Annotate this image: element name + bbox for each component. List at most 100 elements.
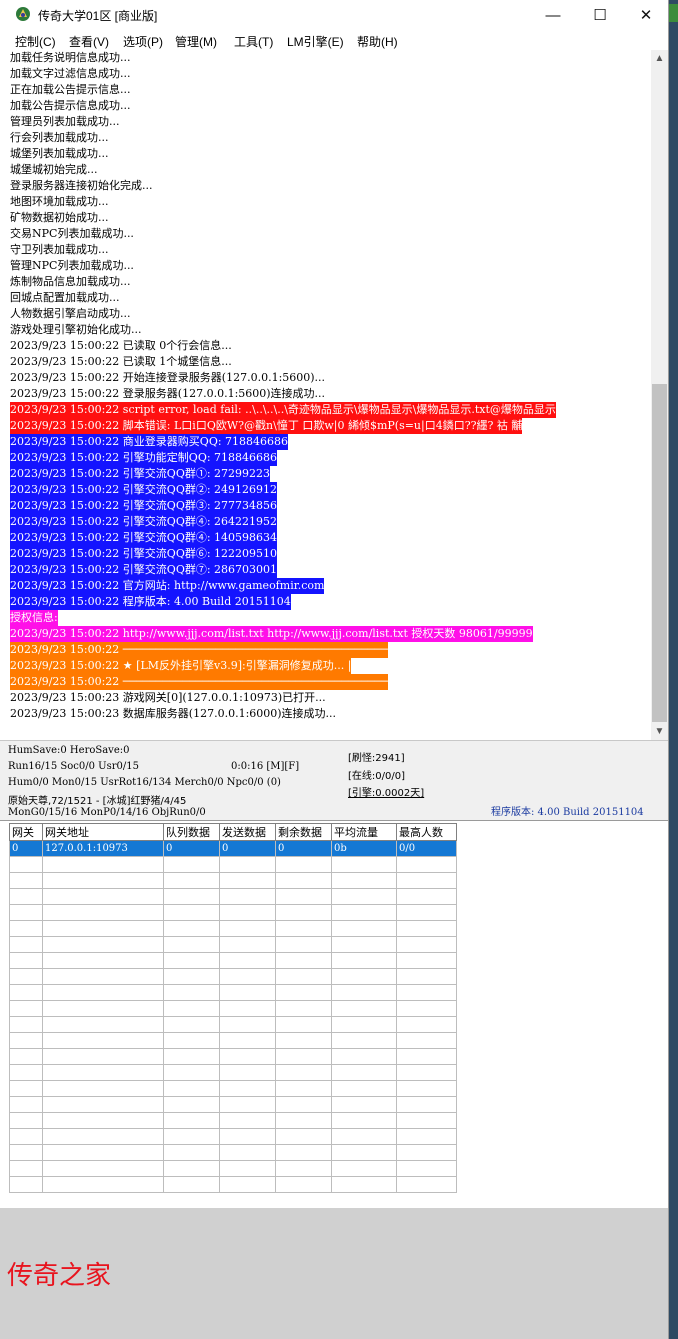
table-row[interactable]	[9, 904, 457, 921]
table-cell	[163, 1032, 220, 1049]
menu-control[interactable]: 控制(C)	[15, 33, 56, 50]
gateway-grid-area: 网关 网关地址 队列数据 发送数据 剩余数据 平均流量 最高人数 0 127.0.0.1:10…	[0, 820, 668, 1208]
status-run: Run16/15 Soc0/0 Usr0/15	[8, 761, 139, 772]
table-cell	[275, 920, 332, 937]
log-line: 2023/9/23 15:00:22 引擎交流QQ群④: 140598634	[10, 530, 278, 546]
table-row[interactable]	[9, 1160, 457, 1177]
scrollbar-thumb[interactable]	[652, 384, 667, 722]
table-row[interactable]	[9, 856, 457, 873]
log-line: 2023/9/23 15:00:22 已读取 1个城堡信息...	[10, 355, 232, 368]
table-row[interactable]	[9, 1064, 457, 1081]
table-cell	[163, 936, 220, 953]
menu-help[interactable]: 帮助(H)	[357, 33, 398, 50]
table-row[interactable]	[9, 984, 457, 1001]
table-cell	[331, 1000, 397, 1017]
table-cell	[42, 1064, 164, 1081]
table-row[interactable]	[9, 1128, 457, 1145]
table-cell	[396, 968, 457, 985]
close-button[interactable]: ✕	[623, 0, 668, 30]
log-line: 炼制物品信息加载成功...	[10, 275, 131, 288]
log-line: 2023/9/23 15:00:22 引擎交流QQ群⑦: 286703001	[10, 562, 278, 578]
table-row[interactable]	[9, 1048, 457, 1065]
column-header[interactable]: 最高人数	[396, 823, 457, 841]
table-cell	[275, 1048, 332, 1065]
column-header[interactable]: 发送数据	[219, 823, 276, 841]
log-line: 2023/9/23 15:00:22 引擎交流QQ群①: 27299223	[10, 466, 271, 482]
menu-view[interactable]: 查看(V)	[69, 33, 109, 50]
table-cell	[163, 1160, 220, 1177]
log-line: 2023/9/23 15:00:22 脚本错误: L口i口Q欧W?@戳n\憧丁 …	[10, 418, 523, 434]
menu-manage[interactable]: 管理(M)	[175, 33, 217, 50]
table-row[interactable]	[9, 888, 457, 905]
table-row[interactable]	[9, 1176, 457, 1193]
table-cell	[275, 1096, 332, 1113]
table-cell	[42, 984, 164, 1001]
log-scrollbar[interactable]: ▲ ▼	[651, 50, 668, 740]
table-row[interactable]: 0 127.0.0.1:10973 0 0 0 0b 0/0	[9, 840, 457, 857]
table-cell	[219, 920, 276, 937]
table-row[interactable]	[9, 920, 457, 937]
watermark-text: 传奇之家	[7, 1261, 112, 1291]
log-line: 授权信息:	[10, 610, 58, 626]
table-cell	[275, 1032, 332, 1049]
chevron-down-icon[interactable]: ▼	[651, 723, 668, 740]
table-cell	[42, 1048, 164, 1065]
gateway-table[interactable]: 网关 网关地址 队列数据 发送数据 剩余数据 平均流量 最高人数 0 127.0.0.1:10…	[9, 823, 457, 1193]
chevron-up-icon[interactable]: ▲	[651, 50, 668, 67]
table-cell	[331, 1032, 397, 1049]
column-header[interactable]: 队列数据	[163, 823, 220, 841]
table-row[interactable]	[9, 1016, 457, 1033]
table-cell: 0	[163, 840, 220, 857]
table-cell	[163, 1096, 220, 1113]
table-cell	[331, 936, 397, 953]
log-line: 地图环境加载成功...	[10, 195, 109, 208]
table-cell: 0/0	[396, 840, 457, 857]
title-bar[interactable]: 传奇大学01区 [商业版] — ☐ ✕	[0, 0, 668, 30]
log-line: 加载公告提示信息成功...	[10, 99, 131, 112]
engine-link[interactable]: [引擎:0.0002天]	[348, 784, 424, 799]
table-cell	[219, 936, 276, 953]
table-row[interactable]	[9, 936, 457, 953]
menu-options[interactable]: 选项(P)	[123, 33, 163, 50]
table-cell	[163, 1000, 220, 1017]
table-cell	[219, 1064, 276, 1081]
table-cell	[42, 872, 164, 889]
status-panel: HumSave:0 HeroSave:0 Run16/15 Soc0/0 Usr…	[0, 740, 668, 821]
table-cell	[219, 1000, 276, 1017]
table-row[interactable]	[9, 1032, 457, 1049]
table-row[interactable]	[9, 1080, 457, 1097]
table-cell	[163, 1080, 220, 1097]
table-row[interactable]	[9, 1000, 457, 1017]
column-header[interactable]: 网关地址	[42, 823, 164, 841]
desktop-shortcut-icon[interactable]	[669, 4, 678, 22]
table-cell	[42, 1160, 164, 1177]
table-cell	[275, 888, 332, 905]
table-cell	[396, 1080, 457, 1097]
column-header[interactable]: 剩余数据	[275, 823, 332, 841]
table-cell	[396, 1032, 457, 1049]
status-mon: MonG0/15/16 MonP0/14/16 ObjRun0/0	[8, 807, 206, 818]
table-row[interactable]	[9, 1096, 457, 1113]
menu-lm-engine[interactable]: LM引擎(E)	[287, 33, 344, 50]
table-row[interactable]	[9, 968, 457, 985]
version-label: 程序版本: 4.00 Build 20151104	[491, 807, 644, 818]
log-line: 2023/9/23 15:00:22 引擎交流QQ群③: 277734856	[10, 498, 278, 514]
log-panel[interactable]: 加载任务说明信息成功... 加载文字过滤信息成功... 正在加载公告提示信息... 加…	[0, 50, 650, 740]
column-header[interactable]: 平均流量	[331, 823, 397, 841]
minimize-button[interactable]: —	[530, 0, 576, 30]
main-window: 传奇大学01区 [商业版] — ☐ ✕ 控制(C) 查看(V) 选项(P) 管理…	[0, 0, 669, 1339]
table-row[interactable]	[9, 872, 457, 889]
table-cell	[275, 936, 332, 953]
status-time: 0:0:16 [M][F]	[231, 761, 300, 772]
table-row[interactable]	[9, 1112, 457, 1129]
table-row[interactable]	[9, 952, 457, 969]
menu-tools[interactable]: 工具(T)	[234, 33, 273, 50]
table-cell	[163, 872, 220, 889]
table-cell	[219, 1176, 276, 1193]
column-header[interactable]: 网关	[9, 823, 43, 841]
table-row[interactable]	[9, 1144, 457, 1161]
table-cell	[396, 1176, 457, 1193]
maximize-button[interactable]: ☐	[577, 0, 623, 30]
table-cell	[42, 1128, 164, 1145]
log-line: 加载文字过滤信息成功...	[10, 67, 131, 80]
